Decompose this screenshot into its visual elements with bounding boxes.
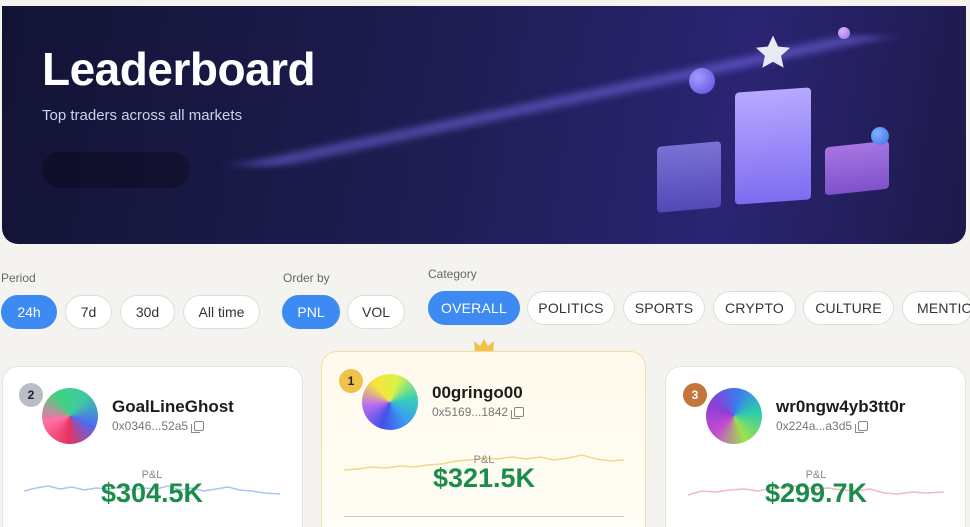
orb-decoration: [689, 68, 715, 94]
page-title: Leaderboard: [42, 43, 316, 95]
leader-card-rank-1[interactable]: [321, 351, 646, 527]
category-label: Category: [428, 267, 477, 281]
copy-icon[interactable]: [191, 421, 205, 433]
category-mentions[interactable]: MENTIO: [902, 291, 970, 325]
copy-icon[interactable]: [855, 421, 869, 433]
period-24h[interactable]: 24h: [1, 295, 57, 329]
period-7d[interactable]: 7d: [65, 295, 112, 329]
orb-decoration: [838, 27, 850, 39]
avatar: [706, 388, 762, 444]
wallet-address: 0x224a...a3d5: [776, 419, 869, 433]
orb-decoration: [871, 127, 889, 145]
pnl-value: $321.5K: [432, 463, 536, 493]
address-text: 0x0346...52a5: [112, 419, 189, 433]
username[interactable]: 00gringo00: [432, 383, 523, 403]
wallet-address: 0x5169...1842: [432, 405, 525, 419]
podium-bar-right: [825, 140, 889, 196]
address-text: 0x5169...1842: [432, 405, 509, 419]
category-overall[interactable]: OVERALL: [428, 291, 520, 325]
rank-badge: 1: [339, 369, 363, 393]
hero-ghost-button: [42, 152, 190, 188]
wallet-address: 0x0346...52a5: [112, 419, 205, 433]
copy-icon[interactable]: [511, 407, 525, 419]
category-sports[interactable]: SPORTS: [623, 291, 705, 325]
podium-bar-center: [735, 87, 811, 205]
rank-badge: 3: [683, 383, 707, 407]
category-culture[interactable]: CULTURE: [803, 291, 894, 325]
card-divider: [344, 516, 624, 517]
address-text: 0x224a...a3d5: [776, 419, 853, 433]
category-crypto[interactable]: CRYPTO: [713, 291, 796, 325]
avatar: [362, 374, 418, 430]
order-by-label: Order by: [283, 271, 330, 285]
podium-bar-left: [657, 141, 721, 213]
page-subtitle: Top traders across all markets: [42, 107, 243, 124]
star-icon: [755, 35, 791, 68]
period-30d[interactable]: 30d: [120, 295, 175, 329]
period-all-time[interactable]: All time: [183, 295, 260, 329]
rank-badge: 2: [19, 383, 43, 407]
order-pnl[interactable]: PNL: [282, 295, 340, 329]
username[interactable]: wr0ngw4yb3tt0r: [776, 397, 905, 417]
category-politics[interactable]: POLITICS: [527, 291, 615, 325]
pnl-value: $299.7K: [764, 478, 868, 508]
username[interactable]: GoalLineGhost: [112, 397, 234, 417]
pnl-value: $304.5K: [100, 478, 204, 508]
period-label: Period: [1, 271, 36, 285]
avatar: [42, 388, 98, 444]
order-vol[interactable]: VOL: [347, 295, 405, 329]
hero-banner: Leaderboard Top traders across all marke…: [2, 6, 966, 244]
